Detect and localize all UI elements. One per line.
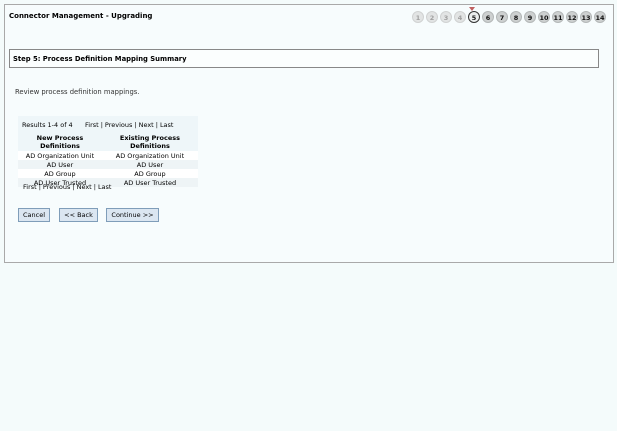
existing-definition-cell: AD User Trusted bbox=[101, 178, 198, 187]
results-count: Results 1-4 of 4 bbox=[22, 121, 73, 129]
step-13-indicator: 13 bbox=[580, 11, 592, 23]
step-7-indicator: 7 bbox=[496, 11, 508, 23]
continue-button[interactable]: Continue >> bbox=[106, 208, 159, 222]
step-11-indicator: 11 bbox=[552, 11, 564, 23]
column-header-new: New Process Definitions bbox=[36, 134, 84, 150]
intro-text: Review process definition mappings. bbox=[15, 88, 140, 96]
pager-first-link[interactable]: First bbox=[85, 121, 99, 129]
page-title: Connector Management - Upgrading bbox=[9, 12, 153, 20]
pager-next-link[interactable]: Next bbox=[139, 121, 154, 129]
table-row: AD User AD User bbox=[18, 160, 198, 169]
pager-previous-link[interactable]: Previous bbox=[43, 183, 70, 191]
cancel-button[interactable]: Cancel bbox=[18, 208, 50, 222]
pager-last-link[interactable]: Last bbox=[160, 121, 174, 129]
step-2-indicator: 2 bbox=[426, 11, 438, 23]
step-header: Step 5: Process Definition Mapping Summa… bbox=[9, 49, 599, 68]
step-4-indicator: 4 bbox=[454, 11, 466, 23]
pager-previous-link[interactable]: Previous bbox=[105, 121, 132, 129]
step-14-indicator: 14 bbox=[594, 11, 606, 23]
pager-top: First | Previous | Next | Last bbox=[85, 121, 173, 129]
step-1-indicator: 1 bbox=[412, 11, 424, 23]
pager-last-link[interactable]: Last bbox=[98, 183, 112, 191]
existing-definition-cell: AD Group bbox=[101, 169, 198, 178]
step-8-indicator: 8 bbox=[510, 11, 522, 23]
new-definition-cell: AD Organization Unit bbox=[18, 151, 102, 160]
pager-next-link[interactable]: Next bbox=[77, 183, 92, 191]
step-title: Step 5: Process Definition Mapping Summa… bbox=[13, 55, 187, 63]
step-9-indicator: 9 bbox=[524, 11, 536, 23]
step-5-indicator: 5 bbox=[468, 11, 480, 23]
step-10-indicator: 10 bbox=[538, 11, 550, 23]
table-row: AD Group AD Group bbox=[18, 169, 198, 178]
step-12-indicator: 12 bbox=[566, 11, 578, 23]
existing-definition-cell: AD User bbox=[101, 160, 198, 169]
step-6-indicator: 6 bbox=[482, 11, 494, 23]
existing-definition-cell: AD Organization Unit bbox=[101, 151, 198, 160]
pager-first-link[interactable]: First bbox=[23, 183, 37, 191]
step-3-indicator: 3 bbox=[440, 11, 452, 23]
pager-bottom: First | Previous | Next | Last bbox=[23, 183, 111, 191]
table-header-row: New Process Definitions Existing Process… bbox=[18, 133, 198, 151]
new-definition-cell: AD User bbox=[18, 160, 102, 169]
table-row: AD Organization Unit AD Organization Uni… bbox=[18, 151, 198, 160]
back-button[interactable]: << Back bbox=[59, 208, 98, 222]
column-header-existing: Existing Process Definitions bbox=[119, 134, 180, 150]
new-definition-cell: AD Group bbox=[18, 169, 102, 178]
mapping-table: New Process Definitions Existing Process… bbox=[18, 133, 198, 187]
